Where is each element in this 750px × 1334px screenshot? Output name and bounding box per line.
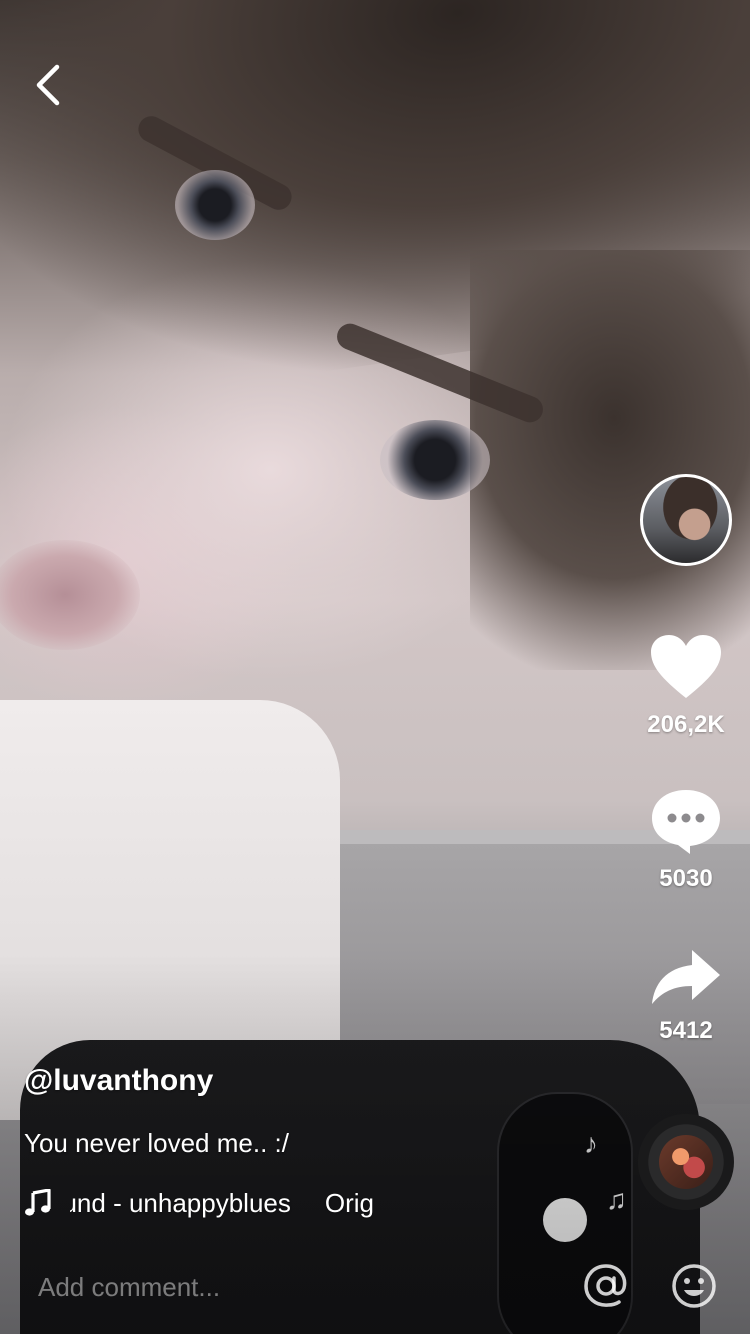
floating-music-note-icon: ♫	[606, 1184, 627, 1215]
back-button[interactable]	[26, 60, 70, 110]
video-caption: @luvanthony You never loved me.. :/ ound…	[24, 1064, 584, 1221]
at-sign-icon	[584, 1264, 627, 1307]
video-frame-detail	[0, 540, 140, 650]
like-count: 206,2K	[647, 711, 725, 738]
sound-disc-button[interactable]	[638, 1114, 734, 1210]
comment-input[interactable]	[36, 1266, 500, 1308]
like-button[interactable]: 206,2K	[636, 634, 736, 739]
creator-avatar[interactable]	[640, 474, 732, 566]
emoji-button[interactable]	[670, 1262, 718, 1310]
music-track-title-continued: Orig	[324, 1187, 374, 1218]
floating-music-note-icon: ♪	[584, 1128, 598, 1159]
video-frame-detail	[380, 420, 490, 500]
sound-cover-art	[659, 1135, 713, 1189]
music-track-marquee: ound - unhappyblues Orig	[70, 1188, 460, 1219]
heart-icon	[651, 635, 721, 698]
share-button[interactable]: 5412	[636, 948, 736, 1045]
creator-username[interactable]: @luvanthony	[24, 1064, 584, 1098]
comment-button[interactable]: 5030	[636, 788, 736, 893]
video-frame-detail	[470, 250, 750, 670]
comment-bar	[0, 1236, 750, 1334]
music-row[interactable]: ound - unhappyblues Orig	[24, 1185, 584, 1221]
music-track-title: ound - unhappyblues	[70, 1187, 291, 1218]
speech-bubble-icon	[652, 790, 720, 854]
smiley-icon	[672, 1264, 716, 1308]
video-feed-screen: 206,2K 5030 5412 @luvanthony You never l…	[0, 0, 750, 1334]
share-count: 5412	[659, 1017, 713, 1044]
video-description: You never loved me.. :/	[24, 1128, 289, 1158]
chevron-left-icon	[36, 64, 60, 106]
music-note-icon	[25, 1189, 51, 1216]
share-arrow-icon	[652, 950, 720, 1004]
mention-button[interactable]	[582, 1262, 630, 1310]
comment-count: 5030	[659, 865, 713, 892]
video-frame-detail	[175, 170, 255, 240]
